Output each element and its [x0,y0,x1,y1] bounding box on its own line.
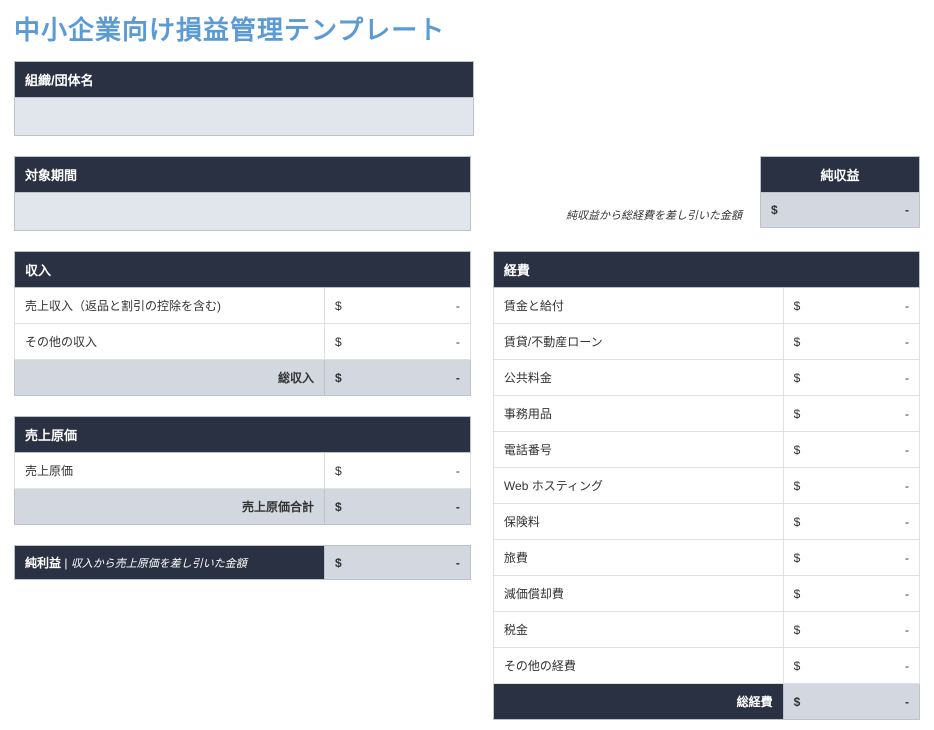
table-row: 電話番号$- [493,432,919,468]
expense-row-label: その他の経費 [493,648,783,684]
period-input[interactable] [14,193,471,231]
table-row: 売上収入（返品と割引の控除を含む) $- [15,288,471,324]
table-row: 事務用品$- [493,396,919,432]
table-row: 賃貸/不動産ローン$- [493,324,919,360]
expense-row-label: 事務用品 [493,396,783,432]
income-table: 収入 売上収入（返品と割引の控除を含む) $- その他の収入 $- 総収入 $- [14,251,471,396]
expenses-header: 経費 [493,252,919,288]
table-row: 旅費$- [493,540,919,576]
expense-row-label: 賃金と給付 [493,288,783,324]
table-row: 公共料金$- [493,360,919,396]
expense-row-value[interactable]: $- [783,360,919,396]
table-row: その他の収入 $- [15,324,471,360]
income-row-value[interactable]: $- [325,324,471,360]
table-row: 減価償却費$- [493,576,919,612]
income-header: 収入 [15,252,471,288]
expense-row-value[interactable]: $- [783,612,919,648]
expense-row-label: 旅費 [493,540,783,576]
netprofit-value: $- [325,546,471,580]
income-row-value[interactable]: $- [325,288,471,324]
netincome-box: 純収益 $ - [760,156,920,228]
expense-row-label: 減価償却費 [493,576,783,612]
expense-row-value[interactable]: $- [783,432,919,468]
expense-row-value[interactable]: $- [783,468,919,504]
expenses-total-value: $- [783,684,919,720]
netincome-label: 純収益 [760,156,920,193]
expense-row-value[interactable]: $- [783,576,919,612]
cogs-table: 売上原価 売上原価 $- 売上原価合計 $- [14,416,471,525]
expense-row-value[interactable]: $- [783,288,919,324]
income-row-label: その他の収入 [15,324,325,360]
cogs-row-label: 売上原価 [15,453,325,489]
cogs-header: 売上原価 [15,417,471,453]
expense-row-value[interactable]: $- [783,396,919,432]
income-row-label: 売上収入（返品と割引の控除を含む) [15,288,325,324]
table-row: Web ホスティング$- [493,468,919,504]
netincome-note: 純収益から総経費を差し引いた金額 [566,207,750,223]
expense-row-value[interactable]: $- [783,324,919,360]
expenses-total-label: 総経費 [493,684,783,720]
expenses-table: 経費 賃金と給付$- 賃貸/不動産ローン$- 公共料金$- 事務用品$- 電話番… [493,251,920,720]
expense-row-value[interactable]: $- [783,504,919,540]
income-total-label: 総収入 [15,360,325,396]
cogs-total-value: $- [325,489,471,525]
period-label: 対象期間 [14,156,471,193]
org-name-label: 組織/団体名 [14,61,474,98]
income-total-value: $- [325,360,471,396]
cogs-row-value[interactable]: $- [325,453,471,489]
expenses-total-row: 総経費 $- [493,684,919,720]
cogs-total-row: 売上原価合計 $- [15,489,471,525]
expense-row-label: 保険料 [493,504,783,540]
table-row: 保険料$- [493,504,919,540]
table-row: 売上原価 $- [15,453,471,489]
table-row: 賃金と給付$- [493,288,919,324]
expense-row-label: Web ホスティング [493,468,783,504]
page-title: 中小企業向け損益管理テンプレート [14,10,920,47]
expense-row-label: 税金 [493,612,783,648]
income-total-row: 総収入 $- [15,360,471,396]
expense-row-value[interactable]: $- [783,648,919,684]
expense-row-label: 公共料金 [493,360,783,396]
netprofit-table: 純利益 | 収入から売上原価を差し引いた金額 $- [14,545,471,580]
expense-row-value[interactable]: $- [783,540,919,576]
table-row: その他の経費$- [493,648,919,684]
netincome-currency: $ [771,203,778,217]
expense-row-label: 賃貸/不動産ローン [493,324,783,360]
netincome-value: $ - [760,193,920,228]
netincome-amount: - [905,203,909,217]
table-row: 税金$- [493,612,919,648]
org-name-input[interactable] [14,98,474,136]
expense-row-label: 電話番号 [493,432,783,468]
netprofit-label: 純利益 | 収入から売上原価を差し引いた金額 [15,546,325,580]
cogs-total-label: 売上原価合計 [15,489,325,525]
